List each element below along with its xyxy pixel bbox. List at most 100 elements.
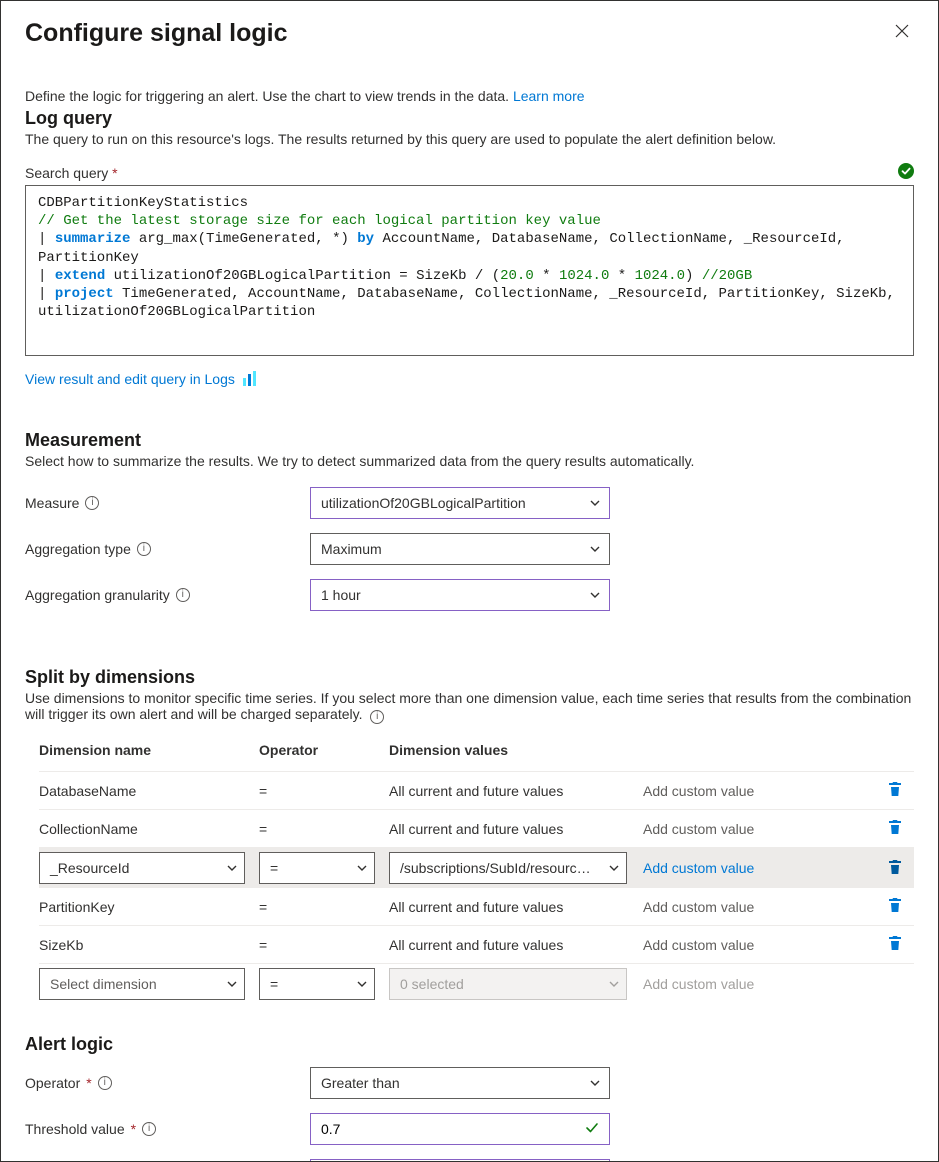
query-number: 1024.0 bbox=[559, 268, 609, 284]
dimensions-desc-text: Use dimensions to monitor specific time … bbox=[25, 690, 911, 722]
info-icon[interactable]: i bbox=[370, 710, 384, 724]
delete-icon[interactable] bbox=[887, 819, 903, 835]
dim-val-select-disabled: 0 selected bbox=[389, 968, 627, 1000]
query-text: TimeGenerated, AccountName, DatabaseName… bbox=[38, 286, 903, 320]
agg-gran-select[interactable]: 1 hour bbox=[310, 579, 610, 611]
query-keyword: by bbox=[357, 231, 374, 247]
dimension-row: SizeKb = All current and future values A… bbox=[39, 926, 914, 964]
delete-icon[interactable] bbox=[887, 935, 903, 951]
chevron-down-icon bbox=[589, 543, 601, 555]
agg-type-select[interactable]: Maximum bbox=[310, 533, 610, 565]
measurement-desc: Select how to summarize the results. We … bbox=[25, 453, 914, 469]
delete-icon[interactable] bbox=[887, 859, 903, 875]
chevron-down-icon bbox=[608, 978, 620, 990]
log-query-heading: Log query bbox=[25, 108, 914, 129]
query-text: arg_max(TimeGenerated, *) bbox=[130, 231, 357, 247]
dim-val: All current and future values bbox=[389, 819, 643, 839]
operator-label: Operator bbox=[25, 1075, 80, 1091]
chevron-down-icon bbox=[608, 862, 620, 874]
query-number: 1024.0 bbox=[635, 268, 685, 284]
dim-name: PartitionKey bbox=[39, 897, 259, 917]
dimension-row-new: Select dimension = 0 selected Add custom… bbox=[39, 964, 914, 1004]
dim-op: = bbox=[259, 897, 389, 917]
view-in-logs-link[interactable]: View result and edit query in Logs bbox=[25, 371, 235, 387]
chevron-down-icon bbox=[589, 589, 601, 601]
dim-op: = bbox=[259, 935, 389, 955]
chevron-down-icon bbox=[589, 1077, 601, 1089]
info-icon[interactable]: i bbox=[85, 496, 99, 510]
intro-body: Define the logic for triggering an alert… bbox=[25, 88, 513, 104]
query-number: 20.0 bbox=[500, 268, 534, 284]
col-operator: Operator bbox=[259, 740, 389, 760]
delete-icon[interactable] bbox=[887, 781, 903, 797]
dim-name: CollectionName bbox=[39, 819, 259, 839]
dim-name-select[interactable]: Select dimension bbox=[39, 968, 245, 1000]
add-custom-value[interactable]: Add custom value bbox=[643, 899, 754, 915]
dimensions-desc: Use dimensions to monitor specific time … bbox=[25, 690, 914, 724]
measurement-heading: Measurement bbox=[25, 430, 914, 451]
dim-val: All current and future values bbox=[389, 935, 643, 955]
query-line: CDBPartitionKeyStatistics bbox=[38, 195, 248, 211]
info-icon[interactable]: i bbox=[137, 542, 151, 556]
add-custom-value[interactable]: Add custom value bbox=[643, 937, 754, 953]
dimension-row: DatabaseName = All current and future va… bbox=[39, 772, 914, 810]
dim-val-value: /subscriptions/SubId/resourc… bbox=[400, 860, 591, 876]
agg-type-value: Maximum bbox=[321, 541, 382, 557]
measure-select[interactable]: utilizationOf20GBLogicalPartition bbox=[310, 487, 610, 519]
required-star: * bbox=[86, 1075, 91, 1091]
alert-logic-heading: Alert logic bbox=[25, 1034, 914, 1055]
dimensions-heading: Split by dimensions bbox=[25, 667, 914, 688]
dim-val: All current and future values bbox=[389, 781, 643, 801]
dimension-row: PartitionKey = All current and future va… bbox=[39, 888, 914, 926]
query-text: utilizationOf20GBLogicalPartition = Size… bbox=[105, 268, 500, 284]
dimensions-header: Dimension name Operator Dimension values bbox=[39, 734, 914, 772]
dimension-row: CollectionName = All current and future … bbox=[39, 810, 914, 848]
threshold-input[interactable] bbox=[321, 1121, 579, 1137]
dim-val: All current and future values bbox=[389, 897, 643, 917]
operator-value: Greater than bbox=[321, 1075, 400, 1091]
chevron-down-icon bbox=[356, 978, 368, 990]
query-comment: //20GB bbox=[702, 268, 752, 284]
dim-name-placeholder: Select dimension bbox=[50, 976, 157, 992]
query-text: ) bbox=[685, 268, 702, 284]
chevron-down-icon bbox=[356, 862, 368, 874]
learn-more-link[interactable]: Learn more bbox=[513, 88, 585, 104]
dim-op-select[interactable]: = bbox=[259, 968, 375, 1000]
dim-op: = bbox=[259, 781, 389, 801]
dim-name-select[interactable]: _ResourceId bbox=[39, 852, 245, 884]
close-icon[interactable] bbox=[894, 19, 914, 43]
dimensions-table: Dimension name Operator Dimension values… bbox=[39, 734, 914, 1004]
threshold-label: Threshold value bbox=[25, 1121, 125, 1137]
dimension-row-editing: _ResourceId = /subscriptions/SubId/resou… bbox=[39, 848, 914, 888]
info-icon[interactable]: i bbox=[142, 1122, 156, 1136]
info-icon[interactable]: i bbox=[98, 1076, 112, 1090]
operator-select[interactable]: Greater than bbox=[310, 1067, 610, 1099]
add-custom-value[interactable]: Add custom value bbox=[643, 860, 754, 876]
required-star: * bbox=[112, 165, 117, 181]
search-query-label: Search query * bbox=[25, 165, 118, 181]
intro-text: Define the logic for triggering an alert… bbox=[25, 88, 914, 104]
query-comment: // Get the latest storage size for each … bbox=[38, 213, 601, 229]
log-query-desc: The query to run on this resource's logs… bbox=[25, 131, 914, 147]
query-keyword: summarize bbox=[55, 231, 131, 247]
query-keyword: extend bbox=[55, 268, 105, 284]
agg-type-label: Aggregation type bbox=[25, 541, 131, 557]
dim-op-value: = bbox=[270, 976, 278, 992]
add-custom-value[interactable]: Add custom value bbox=[643, 783, 754, 799]
query-keyword: project bbox=[55, 286, 114, 302]
chevron-down-icon bbox=[589, 497, 601, 509]
chevron-down-icon bbox=[226, 862, 238, 874]
agg-gran-label: Aggregation granularity bbox=[25, 587, 170, 603]
info-icon[interactable]: i bbox=[176, 588, 190, 602]
search-query-label-text: Search query bbox=[25, 165, 108, 181]
chevron-down-icon bbox=[226, 978, 238, 990]
dim-val-placeholder: 0 selected bbox=[400, 976, 464, 992]
add-custom-value[interactable]: Add custom value bbox=[643, 821, 754, 837]
dim-name: SizeKb bbox=[39, 935, 259, 955]
dim-val-select[interactable]: /subscriptions/SubId/resourc… bbox=[389, 852, 627, 884]
query-editor[interactable]: CDBPartitionKeyStatistics // Get the lat… bbox=[25, 185, 914, 356]
add-custom-value-disabled: Add custom value bbox=[643, 976, 754, 992]
dim-op-select[interactable]: = bbox=[259, 852, 375, 884]
page-title: Configure signal logic bbox=[25, 19, 288, 48]
delete-icon[interactable] bbox=[887, 897, 903, 913]
